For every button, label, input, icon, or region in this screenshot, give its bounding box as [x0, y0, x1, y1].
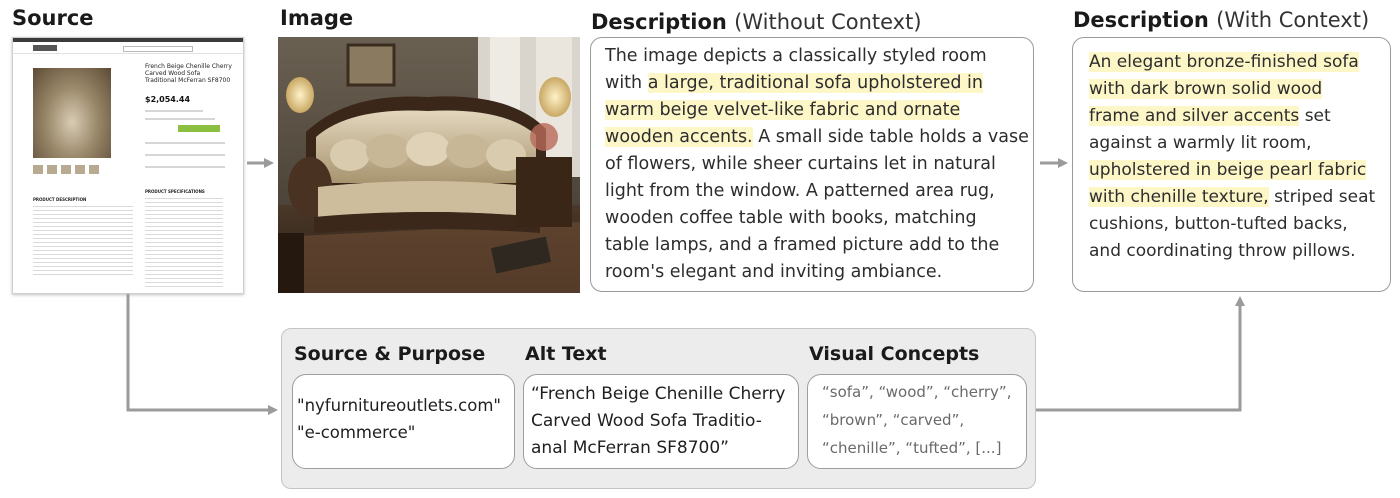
source-page-product-title: French Beige Chenille Cherry Carved Wood… [145, 63, 235, 84]
source-page-divider [145, 118, 215, 120]
visual-concepts-line: “sofa”, “wood”, “cherry”, [822, 383, 1012, 401]
alt-text-line: anal McFerran SF8700” [531, 438, 729, 458]
source-purpose-text: "nyfurnitureoutlets.com" "e-commerce" [297, 392, 501, 446]
description-phrase: The image depicts a classically styled r… [605, 46, 987, 66]
description-line: light from the window. A patterned area … [605, 178, 1029, 205]
source-heading: Source [12, 6, 94, 30]
source-page-desc-heading: PRODUCT DESCRIPTION [33, 197, 87, 202]
visual-concepts-text: “sofa”, “wood”, “cherry”, “brown”, “carv… [822, 378, 1011, 462]
alt-text-heading: Alt Text [525, 343, 607, 365]
source-page-price: $2,054.44 [145, 95, 191, 104]
desc-with-heading-main: Description [1073, 8, 1209, 32]
description-line: with a large, traditional sofa upholster… [605, 70, 1029, 97]
desc-without-heading: Description (Without Context) [591, 10, 922, 34]
description-line: cushions, button-tufted backs, [1089, 211, 1375, 238]
desc-with-heading-sub: (With Context) [1216, 8, 1370, 32]
description-phrase: A small side table holds a vase [752, 127, 1029, 147]
highlighted-phrase: with dark brown solid wood [1089, 79, 1323, 99]
description-line: warm beige velvet-like fabric and ornate [605, 97, 1029, 124]
source-purpose-line: "e-commerce" [297, 423, 416, 442]
sofa-room-photo [278, 37, 580, 293]
description-phrase: set [1299, 106, 1331, 126]
highlighted-phrase: with chenille texture, [1089, 187, 1269, 207]
source-page-divider [145, 166, 225, 168]
highlighted-phrase: frame and silver accents [1089, 106, 1300, 126]
description-phrase: cushions, button-tufted backs, [1089, 214, 1348, 234]
description-phrase: against a warmly lit room, [1089, 133, 1312, 153]
source-purpose-heading: Source & Purpose [294, 343, 486, 365]
description-line: with dark brown solid wood [1089, 76, 1375, 103]
description-line: room's elegant and inviting ambiance. [605, 259, 1029, 286]
description-line: with chenille texture, striped seat [1089, 184, 1375, 211]
alt-text-line: Carved Wood Sofa Traditio- [531, 411, 762, 431]
highlighted-phrase: wooden accents. [605, 127, 753, 147]
source-page-divider [145, 154, 225, 156]
source-webpage-thumbnail: French Beige Chenille Cherry Carved Wood… [12, 37, 244, 294]
arrow-context-panel-to-desc-with [1036, 296, 1245, 412]
source-page-description-text [33, 206, 133, 276]
description-phrase: of flowers, while sheer curtains let in … [605, 154, 996, 174]
arrow-source-to-context-panel [126, 294, 278, 415]
source-page-divider [145, 142, 225, 144]
desc-without-heading-main: Description [591, 10, 727, 34]
description-with-context-text: An elegant bronze-finished sofa with dark… [1089, 49, 1375, 265]
source-page-search [123, 46, 193, 52]
source-page-spec-heading: PRODUCT SPECIFICATIONS [145, 189, 205, 194]
description-line: and coordinating throw pillows. [1089, 238, 1375, 265]
description-line: wooden accents. A small side table holds… [605, 124, 1029, 151]
highlighted-phrase: a large, traditional sofa upholstered in [647, 73, 983, 93]
source-page-topbar [13, 38, 243, 42]
source-purpose-line: "nyfurnitureoutlets.com" [297, 396, 502, 415]
description-phrase: and coordinating throw pillows. [1089, 241, 1356, 261]
description-phrase: table lamps, and a framed picture add to… [605, 235, 1000, 255]
source-title-line: Carved Wood Sofa [145, 70, 201, 77]
description-phrase: light from the window. A patterned area … [605, 181, 995, 201]
description-without-context-text: The image depicts a classically styled r… [605, 43, 1029, 286]
source-page-divider [145, 110, 203, 112]
description-line: An elegant bronze-finished sofa [1089, 49, 1375, 76]
desc-without-heading-sub: (Without Context) [734, 10, 922, 34]
visual-concepts-line: “chenille”, “tufted”, [...] [822, 439, 1002, 457]
description-line: wooden coffee table with books, matching [605, 205, 1029, 232]
source-page-thumbnails [33, 165, 103, 174]
alt-text-text: “French Beige Chenille Cherry Carved Woo… [531, 381, 785, 462]
highlighted-phrase: An elegant bronze-finished sofa [1089, 52, 1359, 72]
description-line: of flowers, while sheer curtains let in … [605, 151, 1029, 178]
description-line: against a warmly lit room, [1089, 130, 1375, 157]
source-page-logo [33, 45, 57, 51]
desc-with-heading: Description (With Context) [1073, 8, 1369, 32]
visual-concepts-heading: Visual Concepts [809, 343, 980, 365]
description-line: The image depicts a classically styled r… [605, 43, 1029, 70]
description-phrase: room's elegant and inviting ambiance. [605, 262, 943, 282]
source-page-add-to-cart [178, 125, 220, 132]
description-line: frame and silver accents set [1089, 103, 1375, 130]
description-phrase: with [605, 73, 648, 93]
source-title-line: French Beige Chenille Cherry [145, 63, 232, 70]
visual-concepts-line: “brown”, “carved”, [822, 411, 965, 429]
image-heading: Image [280, 6, 354, 30]
source-page-spec-table [145, 198, 223, 288]
alt-text-line: “French Beige Chenille Cherry [531, 384, 786, 404]
highlighted-phrase: upholstered in beige pearl fabric [1089, 160, 1367, 180]
highlighted-phrase: warm beige velvet-like fabric and ornate [605, 100, 961, 120]
description-phrase: striped seat [1268, 187, 1376, 207]
description-line: upholstered in beige pearl fabric [1089, 157, 1375, 184]
source-title-line: Traditional McFerran SF8700 [145, 77, 231, 84]
description-line: table lamps, and a framed picture add to… [605, 232, 1029, 259]
source-page-product-photo [33, 68, 111, 158]
description-phrase: wooden coffee table with books, matching [605, 208, 977, 228]
